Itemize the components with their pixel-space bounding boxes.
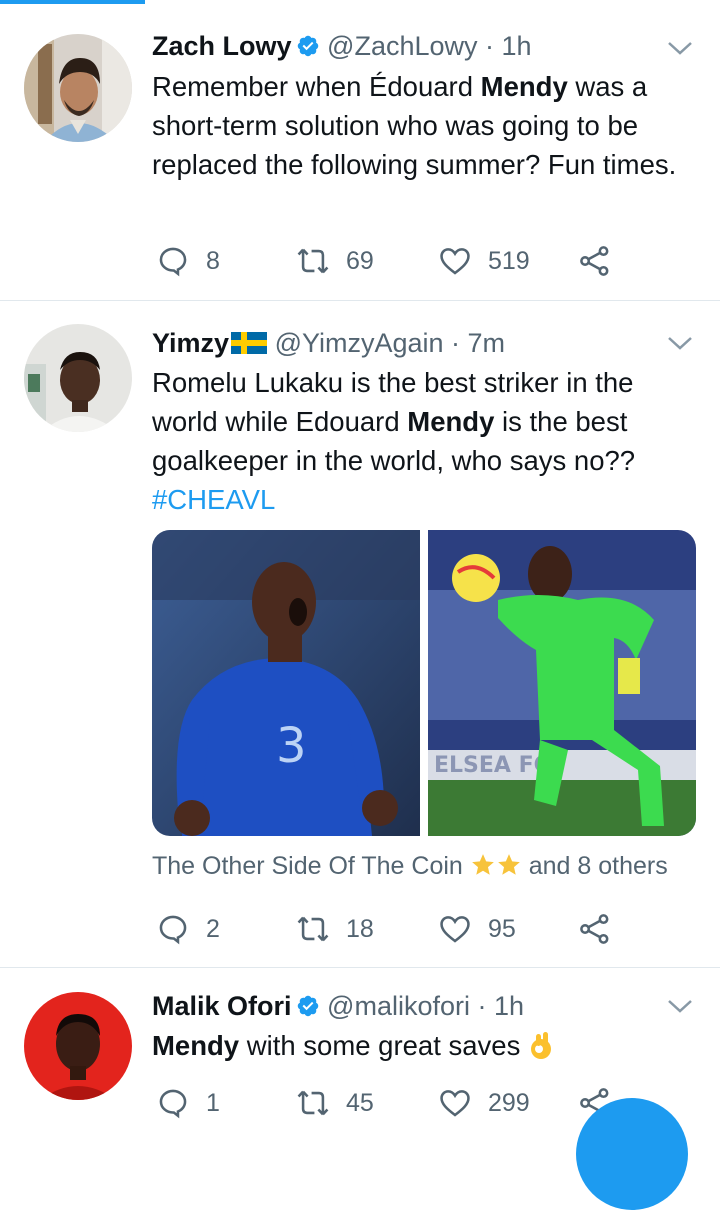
verified-badge-icon [297, 995, 318, 1017]
chevron-down-icon[interactable] [666, 996, 694, 1016]
chevron-down-icon[interactable] [666, 333, 694, 353]
reply-count: 2 [206, 914, 220, 943]
liked-by-others: and 8 others [528, 852, 668, 880]
retweet-count: 69 [346, 246, 374, 275]
avatar[interactable] [24, 992, 132, 1100]
liked-by-line[interactable]: The Other Side Of The Coin and 8 others [152, 852, 668, 881]
share-button[interactable] [578, 909, 612, 949]
tweet-image-lukaku[interactable]: 3 [152, 530, 420, 836]
star-emoji-icon [497, 854, 520, 875]
handle[interactable]: @YimzyAgain [275, 328, 444, 358]
hashtag-link[interactable]: #CHEAVL [152, 484, 275, 515]
share-icon [580, 246, 609, 276]
handle[interactable]: @ZachLowy [327, 31, 477, 61]
heart-icon [440, 916, 470, 943]
timestamp[interactable]: · 1h [478, 991, 525, 1021]
like-button[interactable]: 299 [438, 1083, 530, 1123]
divider [0, 967, 720, 968]
reply-count: 8 [206, 246, 220, 275]
like-count: 299 [488, 1088, 530, 1117]
like-button[interactable]: 519 [438, 241, 530, 281]
reply-button[interactable]: 2 [156, 909, 220, 949]
reply-button[interactable]: 8 [156, 241, 220, 281]
heart-icon [440, 248, 470, 275]
tweet-actions: 8 69 519 [152, 241, 632, 281]
star-emoji-icon [471, 854, 494, 875]
like-button[interactable]: 95 [438, 909, 516, 949]
reply-button[interactable]: 1 [156, 1083, 220, 1123]
tweet-header: Yimzy @YimzyAgain · 7m [152, 327, 505, 359]
handle[interactable]: @malikofori [327, 991, 470, 1021]
like-count: 95 [488, 914, 516, 943]
compose-tweet-button[interactable] [576, 1098, 688, 1210]
heart-icon [440, 1090, 470, 1117]
tweet-header: Zach Lowy @ZachLowy · 1h [152, 30, 532, 62]
display-name[interactable]: Yimzy [152, 328, 229, 358]
tweet-text: Romelu Lukaku is the best striker in the… [152, 367, 636, 515]
retweet-icon [297, 248, 329, 274]
retweet-icon [297, 1090, 329, 1116]
liked-by-name[interactable]: The Other Side Of The Coin [152, 852, 463, 880]
tweet-actions: 1 45 299 [152, 1083, 632, 1123]
tweet-image-mendy[interactable]: ELSEA FC [428, 530, 696, 836]
verified-badge-icon [297, 35, 318, 57]
timestamp[interactable]: · 1h [485, 31, 532, 61]
retweet-icon [297, 916, 329, 942]
retweet-button[interactable]: 45 [296, 1083, 374, 1123]
reply-icon [159, 247, 187, 277]
retweet-button[interactable]: 69 [296, 241, 374, 281]
display-name[interactable]: Malik Ofori [152, 991, 292, 1021]
share-button[interactable] [578, 241, 612, 281]
timestamp[interactable]: · 7m [451, 328, 505, 358]
retweet-button[interactable]: 18 [296, 909, 374, 949]
tweet-text: Mendy with some great saves [152, 1026, 700, 1065]
tweet-actions: 2 18 95 [152, 909, 632, 949]
reply-icon [159, 1089, 187, 1119]
display-name[interactable]: Zach Lowy [152, 31, 292, 61]
svg-text:ELSEA FC: ELSEA FC [434, 753, 550, 778]
svg-text:3: 3 [276, 718, 307, 774]
share-icon [580, 914, 609, 944]
retweet-count: 45 [346, 1088, 374, 1117]
tweet-header: Malik Ofori @malikofori · 1h [152, 990, 524, 1022]
avatar[interactable] [24, 34, 132, 142]
tweet[interactable]: Zach Lowy @ZachLowy · 1h Remember when É… [0, 0, 720, 300]
reply-icon [159, 915, 187, 945]
ok-hand-emoji-icon [530, 1032, 551, 1059]
avatar[interactable] [24, 324, 132, 432]
like-count: 519 [488, 246, 530, 275]
retweet-count: 18 [346, 914, 374, 943]
reply-count: 1 [206, 1088, 220, 1117]
chevron-down-icon[interactable] [666, 38, 694, 58]
sweden-flag-icon [231, 332, 268, 354]
tweet-text: Remember when Édouard Mendy was a short-… [152, 71, 677, 180]
